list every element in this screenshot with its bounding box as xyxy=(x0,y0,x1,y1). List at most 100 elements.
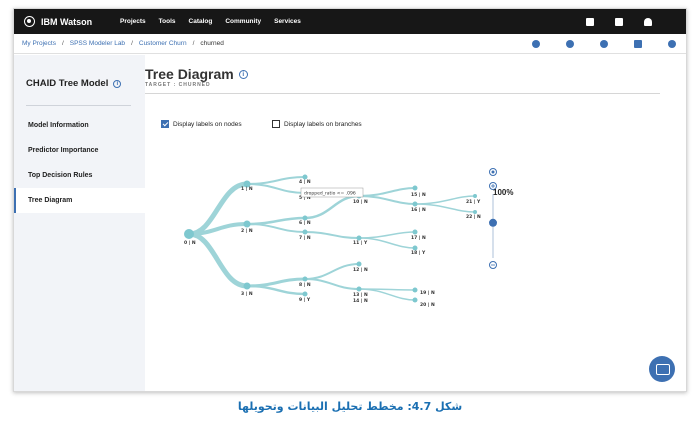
tree-node[interactable] xyxy=(302,215,308,221)
sidebar-item-tree-diagram[interactable]: Tree Diagram xyxy=(14,188,145,213)
tree-link xyxy=(358,237,416,249)
tree-node[interactable] xyxy=(473,210,477,214)
main-nav: Projects Tools Catalog Community Service… xyxy=(120,18,301,25)
tree-node[interactable] xyxy=(302,174,308,180)
tree-node[interactable] xyxy=(412,287,418,293)
tree-link xyxy=(245,216,307,226)
checkbox-unchecked-icon[interactable] xyxy=(272,120,280,128)
sidebar-item-top-decision-rules[interactable]: Top Decision Rules xyxy=(14,163,145,188)
tree-node[interactable] xyxy=(412,245,418,251)
zoom-slider[interactable] xyxy=(485,166,501,272)
top-icons xyxy=(586,17,652,26)
bell-icon[interactable] xyxy=(644,17,652,26)
tree-node[interactable] xyxy=(184,229,194,239)
node-label: 16 | N xyxy=(411,207,426,213)
breadcrumb-current: churned xyxy=(200,40,224,47)
tree-node[interactable] xyxy=(473,194,477,198)
display-labels-on-branches-checkbox[interactable]: Display labels on branches xyxy=(272,120,362,128)
tree-link xyxy=(304,231,360,239)
settings-icon[interactable] xyxy=(600,39,608,48)
sidebar-item-predictor-importance[interactable]: Predictor Importance xyxy=(14,138,145,163)
tree-node[interactable] xyxy=(302,229,308,235)
checkbox-checked-icon[interactable] xyxy=(161,120,169,128)
flow-icon[interactable] xyxy=(566,39,574,48)
chat-button[interactable] xyxy=(649,356,675,382)
breadcrumb-spss-modeler-lab[interactable]: SPSS Modeler Lab xyxy=(70,40,125,47)
node-label: 4 | N xyxy=(299,179,311,185)
figure-caption: شكل 4.7: مخطط تحليل البيانات وتحويلها xyxy=(237,400,463,413)
tree-link xyxy=(304,278,360,290)
breadcrumb-my-projects[interactable]: My Projects xyxy=(22,40,56,47)
node-label: 13 | N xyxy=(353,292,368,298)
page-title: Tree Diagram i xyxy=(145,66,248,82)
node-label: 7 | N xyxy=(299,235,311,241)
breadcrumb-separator: / xyxy=(192,40,195,47)
node-label: 12 | N xyxy=(353,267,368,273)
display-labels-on-nodes-checkbox[interactable]: Display labels on nodes xyxy=(161,120,242,128)
tree-link xyxy=(186,231,250,289)
info-icon[interactable]: i xyxy=(238,69,248,79)
node-label: 15 | N xyxy=(411,192,426,198)
brand[interactable]: IBM Watson xyxy=(24,16,114,27)
breadcrumb-separator: / xyxy=(131,40,133,47)
tree-link xyxy=(304,263,360,280)
tree-node[interactable] xyxy=(412,201,418,207)
tree-node[interactable] xyxy=(356,235,362,241)
layout-icon[interactable] xyxy=(634,39,642,48)
checkbox-label: Display labels on branches xyxy=(284,120,362,128)
title-divider xyxy=(145,93,660,94)
tree-node[interactable] xyxy=(356,286,362,292)
document-icon[interactable] xyxy=(586,17,594,26)
tree-link xyxy=(358,231,416,239)
sidebar-item-model-information[interactable]: Model Information xyxy=(14,113,145,138)
tree-node[interactable] xyxy=(412,229,418,235)
nav-tools[interactable]: Tools xyxy=(159,18,176,25)
nav-community[interactable]: Community xyxy=(225,18,261,25)
tree-link xyxy=(187,222,249,236)
brand-name: IBM Watson xyxy=(41,16,93,27)
check-icon[interactable] xyxy=(668,39,676,48)
info-icon[interactable] xyxy=(532,39,540,48)
sidebar-title: CHAID Tree Model i xyxy=(26,78,122,89)
breadcrumb: My Projects / SPSS Modeler Lab / Custome… xyxy=(14,34,686,54)
node-label: 21 | Y xyxy=(466,199,481,205)
tree-node[interactable] xyxy=(356,261,362,267)
checkbox-label: Display labels on nodes xyxy=(173,120,242,128)
node-tooltip: dropped_ratio <= .096 xyxy=(300,187,364,198)
node-label: 9 | Y xyxy=(299,297,311,303)
breadcrumb-separator: / xyxy=(61,40,64,47)
zoom-reset-dot xyxy=(491,170,495,174)
nav-services[interactable]: Services xyxy=(274,18,301,25)
zoom-level: 100% xyxy=(493,188,514,197)
tree-node[interactable] xyxy=(412,297,418,303)
tree-node[interactable] xyxy=(243,220,251,228)
tree-link xyxy=(245,277,307,288)
tree-node[interactable] xyxy=(243,282,251,290)
node-label: 3 | N xyxy=(241,291,253,297)
tree-node[interactable] xyxy=(302,291,308,297)
page-title-text: Tree Diagram xyxy=(145,66,234,82)
tree-node[interactable] xyxy=(412,185,418,191)
info-icon[interactable]: i xyxy=(113,79,122,88)
nav-projects[interactable]: Projects xyxy=(120,18,146,25)
page-subtitle: TARGET : CHURNED xyxy=(145,82,211,88)
node-label: 11 | Y xyxy=(353,240,368,246)
node-label: 6 | N xyxy=(299,220,311,226)
node-label: 18 | Y xyxy=(411,250,426,256)
tree-node[interactable] xyxy=(302,276,308,282)
tree-link xyxy=(246,183,306,194)
grid-icon[interactable] xyxy=(615,17,623,26)
tooltip-text: dropped_ratio <= .096 xyxy=(304,191,356,197)
toolbar-icons xyxy=(532,39,676,48)
node-label: 8 | N xyxy=(299,282,311,288)
nav-catalog[interactable]: Catalog xyxy=(189,18,213,25)
node-label: 19 | N xyxy=(420,290,435,296)
node-label: 17 | N xyxy=(411,235,426,241)
node-label: 22 | N xyxy=(466,214,481,220)
node-label: 20 | N xyxy=(420,302,435,308)
sidebar: CHAID Tree Model i Model Information Pre… xyxy=(14,55,145,391)
zoom-thumb[interactable] xyxy=(489,218,497,227)
breadcrumb-customer-churn[interactable]: Customer Churn xyxy=(139,40,187,47)
top-navbar: IBM Watson Projects Tools Catalog Commun… xyxy=(14,9,686,34)
node-label: 0 | N xyxy=(184,240,196,246)
